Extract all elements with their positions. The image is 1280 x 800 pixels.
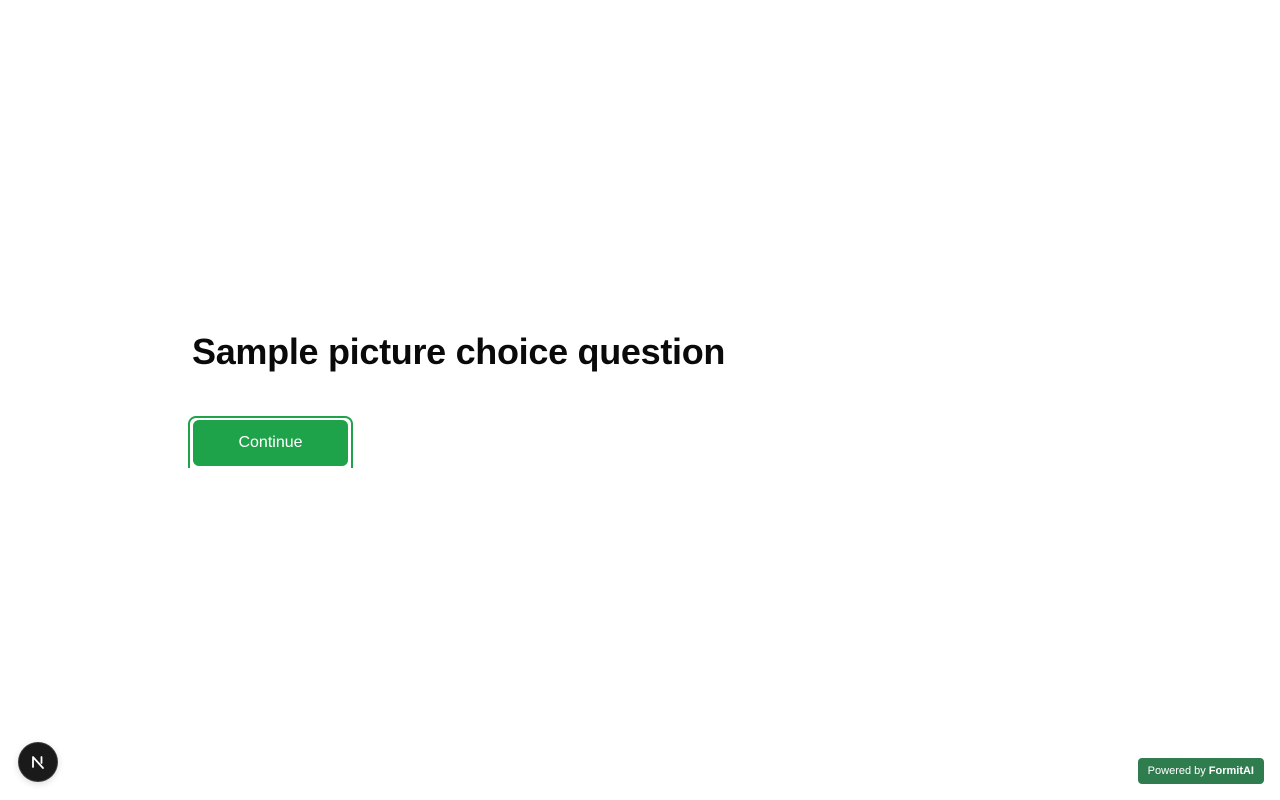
form-page: Sample picture choice question Continue … (0, 0, 1280, 800)
nextjs-dev-indicator[interactable] (19, 743, 57, 781)
continue-focus-ring: Continue (188, 416, 353, 468)
question-block: Sample picture choice question (192, 330, 725, 374)
powered-by-badge[interactable]: Powered by FormitAI (1137, 758, 1264, 784)
question-title: Sample picture choice question (192, 331, 726, 372)
nextjs-n-icon (32, 756, 44, 769)
continue-button[interactable]: Continue (193, 420, 348, 466)
powered-by-prefix: Powered by (1147, 765, 1206, 777)
powered-by-brand: FormitAI (1208, 765, 1254, 777)
